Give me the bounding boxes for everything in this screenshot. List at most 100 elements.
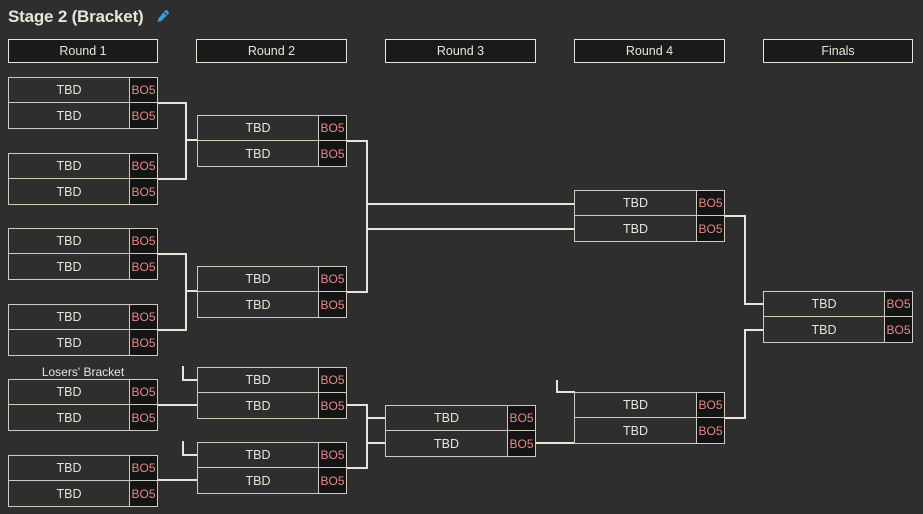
match-box[interactable]: TBD BO5 TBD BO5 xyxy=(763,291,913,343)
match-box[interactable]: TBD BO5 TBD BO5 xyxy=(8,77,158,129)
match-row-top[interactable]: TBD BO5 xyxy=(198,443,346,468)
match-format-badge: BO5 xyxy=(318,443,346,467)
match-row-bottom[interactable]: TBD BO5 xyxy=(764,317,912,342)
match-row-top[interactable]: TBD BO5 xyxy=(9,229,157,254)
match-row-top[interactable]: TBD BO5 xyxy=(575,191,724,216)
match-row-top[interactable]: TBD BO5 xyxy=(9,380,157,405)
match-box[interactable]: TBD BO5 TBD BO5 xyxy=(8,228,158,280)
match-row-bottom[interactable]: TBD BO5 xyxy=(9,103,157,128)
match-box[interactable]: TBD BO5 TBD BO5 xyxy=(574,392,725,444)
team-name: TBD xyxy=(56,234,82,248)
team-name: TBD xyxy=(245,121,271,135)
match-box[interactable]: TBD BO5 TBD BO5 xyxy=(8,455,158,507)
connector-line xyxy=(157,329,187,331)
team-name: TBD xyxy=(56,385,82,399)
match-box[interactable]: TBD BO5 TBD BO5 xyxy=(197,442,347,494)
match-format-badge: BO5 xyxy=(129,229,157,253)
round-header-round-2[interactable]: Round 2 xyxy=(196,39,347,63)
team-name: TBD xyxy=(56,486,82,501)
team-name: TBD xyxy=(56,184,82,199)
team-name: TBD xyxy=(56,83,82,97)
match-box[interactable]: TBD BO5 TBD BO5 xyxy=(8,379,158,431)
match-box[interactable]: TBD BO5 TBD BO5 xyxy=(197,266,347,318)
match-format-badge: BO5 xyxy=(129,380,157,404)
connector-line xyxy=(744,329,746,419)
match-row-top[interactable]: TBD BO5 xyxy=(198,116,346,141)
match-box[interactable]: TBD BO5 TBD BO5 xyxy=(574,190,725,242)
match-box[interactable]: TBD BO5 TBD BO5 xyxy=(197,367,347,419)
match-format-badge: BO5 xyxy=(696,393,724,417)
match-format-badge: BO5 xyxy=(129,254,157,279)
round-header-round-3[interactable]: Round 3 xyxy=(385,39,536,63)
team-name: TBD xyxy=(434,411,459,425)
match-row-top[interactable]: TBD BO5 xyxy=(198,368,346,393)
match-format-badge: BO5 xyxy=(318,368,346,392)
match-row-bottom[interactable]: TBD BO5 xyxy=(198,468,346,493)
team-name: TBD xyxy=(245,398,271,413)
match-row-bottom[interactable]: TBD BO5 xyxy=(198,292,346,317)
match-format-badge: BO5 xyxy=(318,292,346,317)
connector-line xyxy=(556,391,575,393)
match-row-top[interactable]: TBD BO5 xyxy=(9,78,157,103)
round-header-round-1[interactable]: Round 1 xyxy=(8,39,158,63)
connector-line xyxy=(182,441,184,455)
match-format-badge: BO5 xyxy=(129,78,157,102)
losers-bracket-label-text: Losers' Bracket xyxy=(41,365,125,379)
match-row-bottom[interactable]: TBD BO5 xyxy=(9,405,157,430)
round-header-label: Round 4 xyxy=(625,44,674,58)
connector-line xyxy=(157,102,187,104)
page-title: Stage 2 (Bracket) xyxy=(8,7,144,26)
connector-line xyxy=(366,228,575,230)
bracket-stage: Stage 2 (Bracket) Round 1 Round 2 Round … xyxy=(0,0,923,514)
match-format-badge: BO5 xyxy=(507,431,535,456)
team-name: TBD xyxy=(811,297,837,311)
connector-line xyxy=(185,102,187,180)
match-row-bottom[interactable]: TBD BO5 xyxy=(9,330,157,355)
match-row-top[interactable]: TBD BO5 xyxy=(575,393,724,418)
match-format-badge: BO5 xyxy=(696,418,724,443)
match-row-top[interactable]: TBD BO5 xyxy=(386,406,535,431)
match-format-badge: BO5 xyxy=(129,405,157,430)
connector-line xyxy=(366,404,368,469)
match-row-bottom[interactable]: TBD BO5 xyxy=(575,418,724,443)
connector-line xyxy=(366,203,575,205)
connector-line xyxy=(535,442,575,444)
match-box[interactable]: TBD BO5 TBD BO5 xyxy=(197,115,347,167)
match-format-badge: BO5 xyxy=(129,456,157,480)
connector-line xyxy=(744,215,746,303)
team-name: TBD xyxy=(245,297,271,312)
pencil-edit-icon[interactable] xyxy=(154,9,170,25)
match-row-bottom[interactable]: TBD BO5 xyxy=(9,179,157,204)
round-header-round-4[interactable]: Round 4 xyxy=(574,39,725,63)
connector-line xyxy=(157,404,198,406)
connector-line xyxy=(724,215,746,217)
match-row-top[interactable]: TBD BO5 xyxy=(764,292,912,317)
team-name: TBD xyxy=(811,322,837,337)
match-row-bottom[interactable]: TBD BO5 xyxy=(198,141,346,166)
match-box[interactable]: TBD BO5 TBD BO5 xyxy=(385,405,536,457)
match-row-top[interactable]: TBD BO5 xyxy=(9,456,157,481)
match-format-badge: BO5 xyxy=(696,191,724,215)
round-header-label: Round 1 xyxy=(59,44,107,58)
team-name: TBD xyxy=(245,473,271,488)
connector-line xyxy=(185,253,187,331)
round-header-label: Finals xyxy=(821,44,855,58)
match-row-bottom[interactable]: TBD BO5 xyxy=(198,393,346,418)
match-row-bottom[interactable]: TBD BO5 xyxy=(386,431,535,456)
connector-line xyxy=(182,454,198,456)
match-format-badge: BO5 xyxy=(129,154,157,178)
match-row-top[interactable]: TBD BO5 xyxy=(9,154,157,179)
team-name: TBD xyxy=(56,259,82,274)
match-box[interactable]: TBD BO5 TBD BO5 xyxy=(8,153,158,205)
connector-line xyxy=(346,467,368,469)
match-box[interactable]: TBD BO5 TBD BO5 xyxy=(8,304,158,356)
team-name: TBD xyxy=(56,108,82,123)
match-row-bottom[interactable]: TBD BO5 xyxy=(575,216,724,241)
match-row-bottom[interactable]: TBD BO5 xyxy=(9,481,157,506)
team-name: TBD xyxy=(245,373,271,387)
match-row-top[interactable]: TBD BO5 xyxy=(9,305,157,330)
connector-line xyxy=(346,140,368,142)
match-row-bottom[interactable]: TBD BO5 xyxy=(9,254,157,279)
match-row-top[interactable]: TBD BO5 xyxy=(198,267,346,292)
round-header-finals[interactable]: Finals xyxy=(763,39,913,63)
